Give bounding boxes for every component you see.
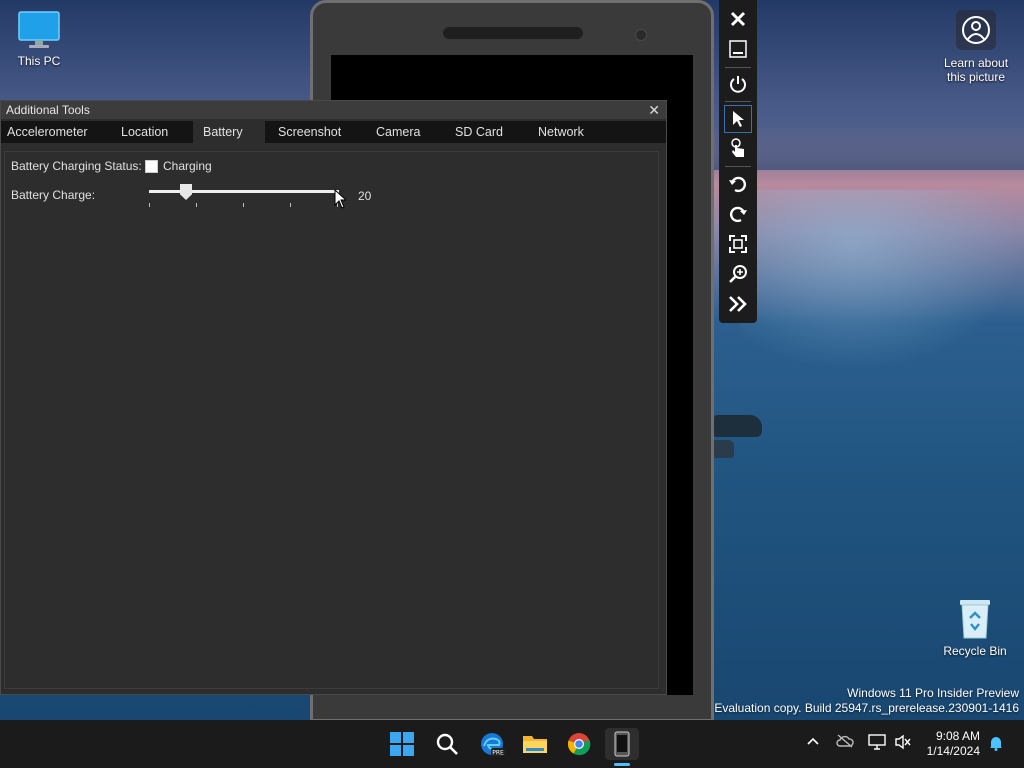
slider-tick [243, 203, 244, 207]
windows-start-icon[interactable] [385, 728, 419, 760]
close-icon[interactable] [724, 5, 752, 33]
tab-location[interactable]: Location [115, 121, 174, 143]
clock-date: 1/14/2024 [926, 744, 980, 758]
tab-camera[interactable]: Camera [370, 121, 426, 143]
wallpaper-sea-glow [740, 190, 1024, 370]
charging-status-label: Battery Charging Status: [11, 159, 142, 173]
active-app-indicator [614, 763, 630, 766]
tab-bar: Accelerometer Location Battery Screensho… [1, 121, 666, 143]
desktop-icon-this-pc[interactable]: This PC [12, 10, 66, 68]
tab-accelerometer[interactable]: Accelerometer [1, 121, 94, 143]
windows-watermark: Windows 11 Pro Insider Preview Evaluatio… [714, 686, 1019, 715]
zoom-icon[interactable] [724, 260, 752, 288]
window-title: Additional Tools [6, 103, 90, 117]
power-icon[interactable] [724, 70, 752, 98]
learn-line-1: Learn about [943, 56, 1009, 70]
more-tools-icon[interactable] [724, 290, 752, 318]
tab-sd-card[interactable]: SD Card [449, 121, 509, 143]
rotate-right-icon[interactable] [724, 200, 752, 228]
slider-tick [149, 203, 150, 207]
window-titlebar[interactable]: Additional Tools [1, 101, 666, 119]
slider-tick [196, 203, 197, 207]
wallpaper-rock [714, 415, 762, 437]
watermark-line-1: Windows 11 Pro Insider Preview [847, 686, 1019, 700]
edge-preview-icon[interactable]: PRE [475, 728, 509, 760]
show-hidden-icons-chevron-icon[interactable] [806, 734, 820, 751]
mouse-cursor-icon [334, 189, 346, 209]
watermark-line-2: Evaluation copy. Build 25947.rs_prerelea… [714, 700, 1019, 715]
desktop-icon-label: This PC [17, 54, 61, 68]
battery-charge-label: Battery Charge: [11, 188, 96, 202]
toolbar-separator [725, 67, 751, 68]
tab-network[interactable]: Network [532, 121, 590, 143]
learn-line-2: this picture [946, 70, 1006, 84]
monitor-icon [18, 11, 60, 48]
emulator-toolbar [719, 0, 757, 323]
touch-icon[interactable] [724, 134, 752, 162]
taskbar-clock[interactable]: 9:08 AM 1/14/2024 [927, 729, 980, 759]
wallpaper-rock [714, 440, 734, 458]
learn-about-picture[interactable]: Learn about this picture [936, 10, 1016, 84]
window-close-button[interactable]: ✕ [648, 101, 660, 119]
phone-speaker [443, 27, 583, 39]
taskbar: PRE 9:08 AM 1/14/2024 [0, 720, 1024, 768]
phone-camera [635, 29, 647, 41]
minimize-icon[interactable] [724, 35, 752, 63]
recycle-bin-icon [960, 600, 990, 639]
network-icon[interactable] [868, 734, 886, 753]
camera-circle-icon [956, 10, 996, 50]
battery-panel [4, 151, 659, 689]
battery-charge-slider-track[interactable] [149, 190, 339, 193]
fit-screen-icon[interactable] [724, 230, 752, 258]
desktop-icon-label: Recycle Bin [943, 644, 1007, 658]
toolbar-separator [725, 166, 751, 167]
tab-battery[interactable]: Battery [193, 121, 265, 143]
tab-screenshot[interactable]: Screenshot [272, 121, 347, 143]
chrome-icon[interactable] [562, 728, 596, 760]
onedrive-offline-icon[interactable] [836, 734, 854, 751]
clock-time: 9:08 AM [935, 729, 980, 743]
phone-emulator-icon[interactable] [605, 728, 639, 760]
file-explorer-icon[interactable] [518, 728, 552, 760]
search-icon[interactable] [430, 728, 464, 760]
battery-charge-value: 20 [358, 189, 372, 203]
volume-muted-icon[interactable] [894, 734, 912, 753]
charging-checkbox[interactable] [145, 160, 158, 173]
desktop-icon-recycle-bin[interactable]: Recycle Bin [942, 596, 1008, 658]
charging-checkbox-label[interactable]: Charging [163, 159, 212, 173]
notification-bell-icon[interactable] [988, 735, 1004, 754]
rotate-left-icon[interactable] [724, 170, 752, 198]
svg-text:PRE: PRE [492, 750, 504, 757]
toolbar-separator [725, 101, 751, 102]
pointer-icon[interactable] [724, 105, 752, 133]
additional-tools-window: Additional Tools ✕ Accelerometer Locatio… [0, 100, 667, 695]
slider-tick [290, 203, 291, 207]
